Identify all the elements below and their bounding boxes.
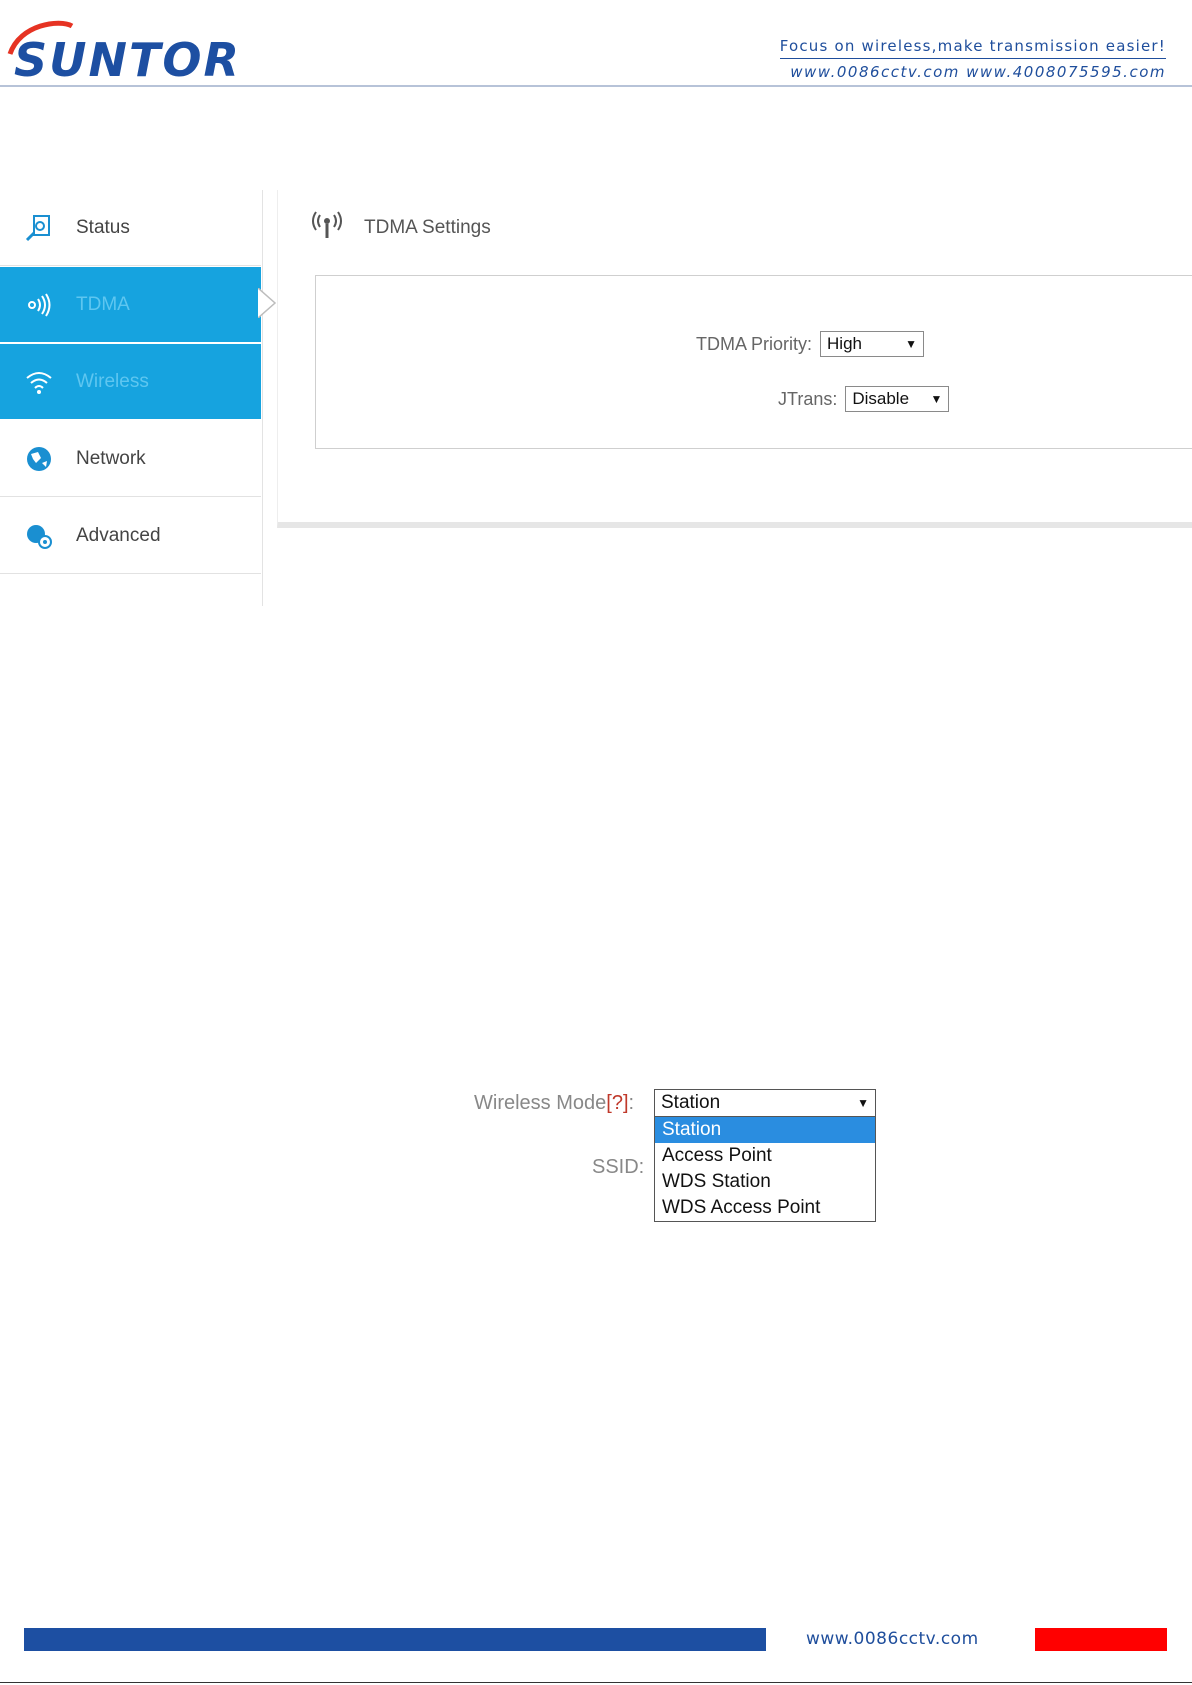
option-access-point[interactable]: Access Point [655, 1143, 875, 1169]
dropdown-caret-icon: ▼ [905, 337, 918, 351]
section-title: TDMA Settings [364, 216, 491, 238]
ssid-label: SSID: [592, 1156, 645, 1178]
footer-url: www.0086cctv.com [806, 1629, 979, 1649]
tdma-signal-icon [24, 290, 54, 320]
wireless-mode-options: Station Access Point WDS Station WDS Acc… [654, 1117, 876, 1222]
wireless-mode-text: Wireless Mode [474, 1092, 607, 1114]
globe-icon [24, 444, 54, 474]
sidebar-item-wireless[interactable]: Wireless [0, 344, 261, 420]
antenna-icon [310, 210, 344, 245]
jtrans-select[interactable]: Disable ▼ [845, 386, 950, 412]
wireless-mode-select[interactable]: Station ▼ [654, 1089, 876, 1117]
sidebar-item-tdma[interactable]: TDMA [0, 267, 261, 343]
dropdown-caret-icon: ▼ [930, 392, 943, 406]
tdma-priority-row: TDMA Priority: High ▼ [696, 331, 925, 357]
jtrans-row: JTrans: Disable ▼ [778, 386, 950, 412]
label-colon: : [628, 1092, 635, 1114]
header-tagline: Focus on wireless,make transmission easi… [766, 36, 1166, 81]
sidebar-item-status[interactable]: Status [0, 190, 261, 266]
option-station[interactable]: Station [655, 1117, 875, 1143]
jtrans-label: JTrans: [778, 388, 838, 409]
tdma-priority-select[interactable]: High ▼ [820, 331, 925, 357]
option-wds-station[interactable]: WDS Station [655, 1169, 875, 1195]
suntor-logo: SUNTOR [7, 20, 241, 84]
section-header: TDMA Settings [310, 210, 491, 245]
wireless-mode-label: Wireless Mode[?]: [474, 1092, 634, 1115]
sidebar: Status TDMA Wireless Network Advanced [0, 190, 263, 606]
tdma-settings-screenshot: Status TDMA Wireless Network Advanced TD… [0, 190, 1192, 606]
footer-divider [0, 1682, 1192, 1683]
active-indicator-notch [258, 288, 276, 318]
sidebar-item-advanced[interactable]: Advanced [0, 498, 261, 574]
wifi-icon [24, 367, 54, 397]
tdma-priority-label: TDMA Priority: [696, 333, 813, 354]
advanced-gear-icon [24, 521, 54, 551]
sidebar-item-label: Advanced [76, 524, 161, 546]
footer-blue-bar [24, 1628, 766, 1651]
sidebar-item-label: Status [76, 216, 130, 238]
sidebar-item-label: TDMA [76, 293, 130, 315]
header-websites: www.0086cctv.com www.4008075595.com [790, 63, 1166, 81]
dropdown-caret-icon: ▼ [857, 1096, 869, 1110]
help-link[interactable]: [?] [606, 1092, 628, 1114]
footer-red-bar [1035, 1628, 1167, 1651]
sidebar-item-network[interactable]: Network [0, 421, 261, 497]
svg-text:SUNTOR: SUNTOR [14, 33, 241, 84]
status-magnifier-icon [24, 213, 54, 243]
tagline-text: Focus on wireless,make transmission easi… [779, 37, 1166, 59]
tdma-priority-value: High [827, 334, 862, 353]
option-wds-access-point[interactable]: WDS Access Point [655, 1195, 875, 1221]
header-divider [0, 85, 1192, 87]
sidebar-item-label: Network [76, 447, 146, 469]
settings-form: TDMA Priority: High ▼ JTrans: Disable ▼ [315, 275, 1192, 449]
jtrans-value: Disable [852, 389, 910, 408]
wireless-mode-selected: Station [661, 1092, 721, 1113]
tdma-settings-panel: TDMA Settings TDMA Priority: High ▼ JTra… [277, 190, 1192, 528]
sidebar-item-label: Wireless [76, 370, 149, 392]
